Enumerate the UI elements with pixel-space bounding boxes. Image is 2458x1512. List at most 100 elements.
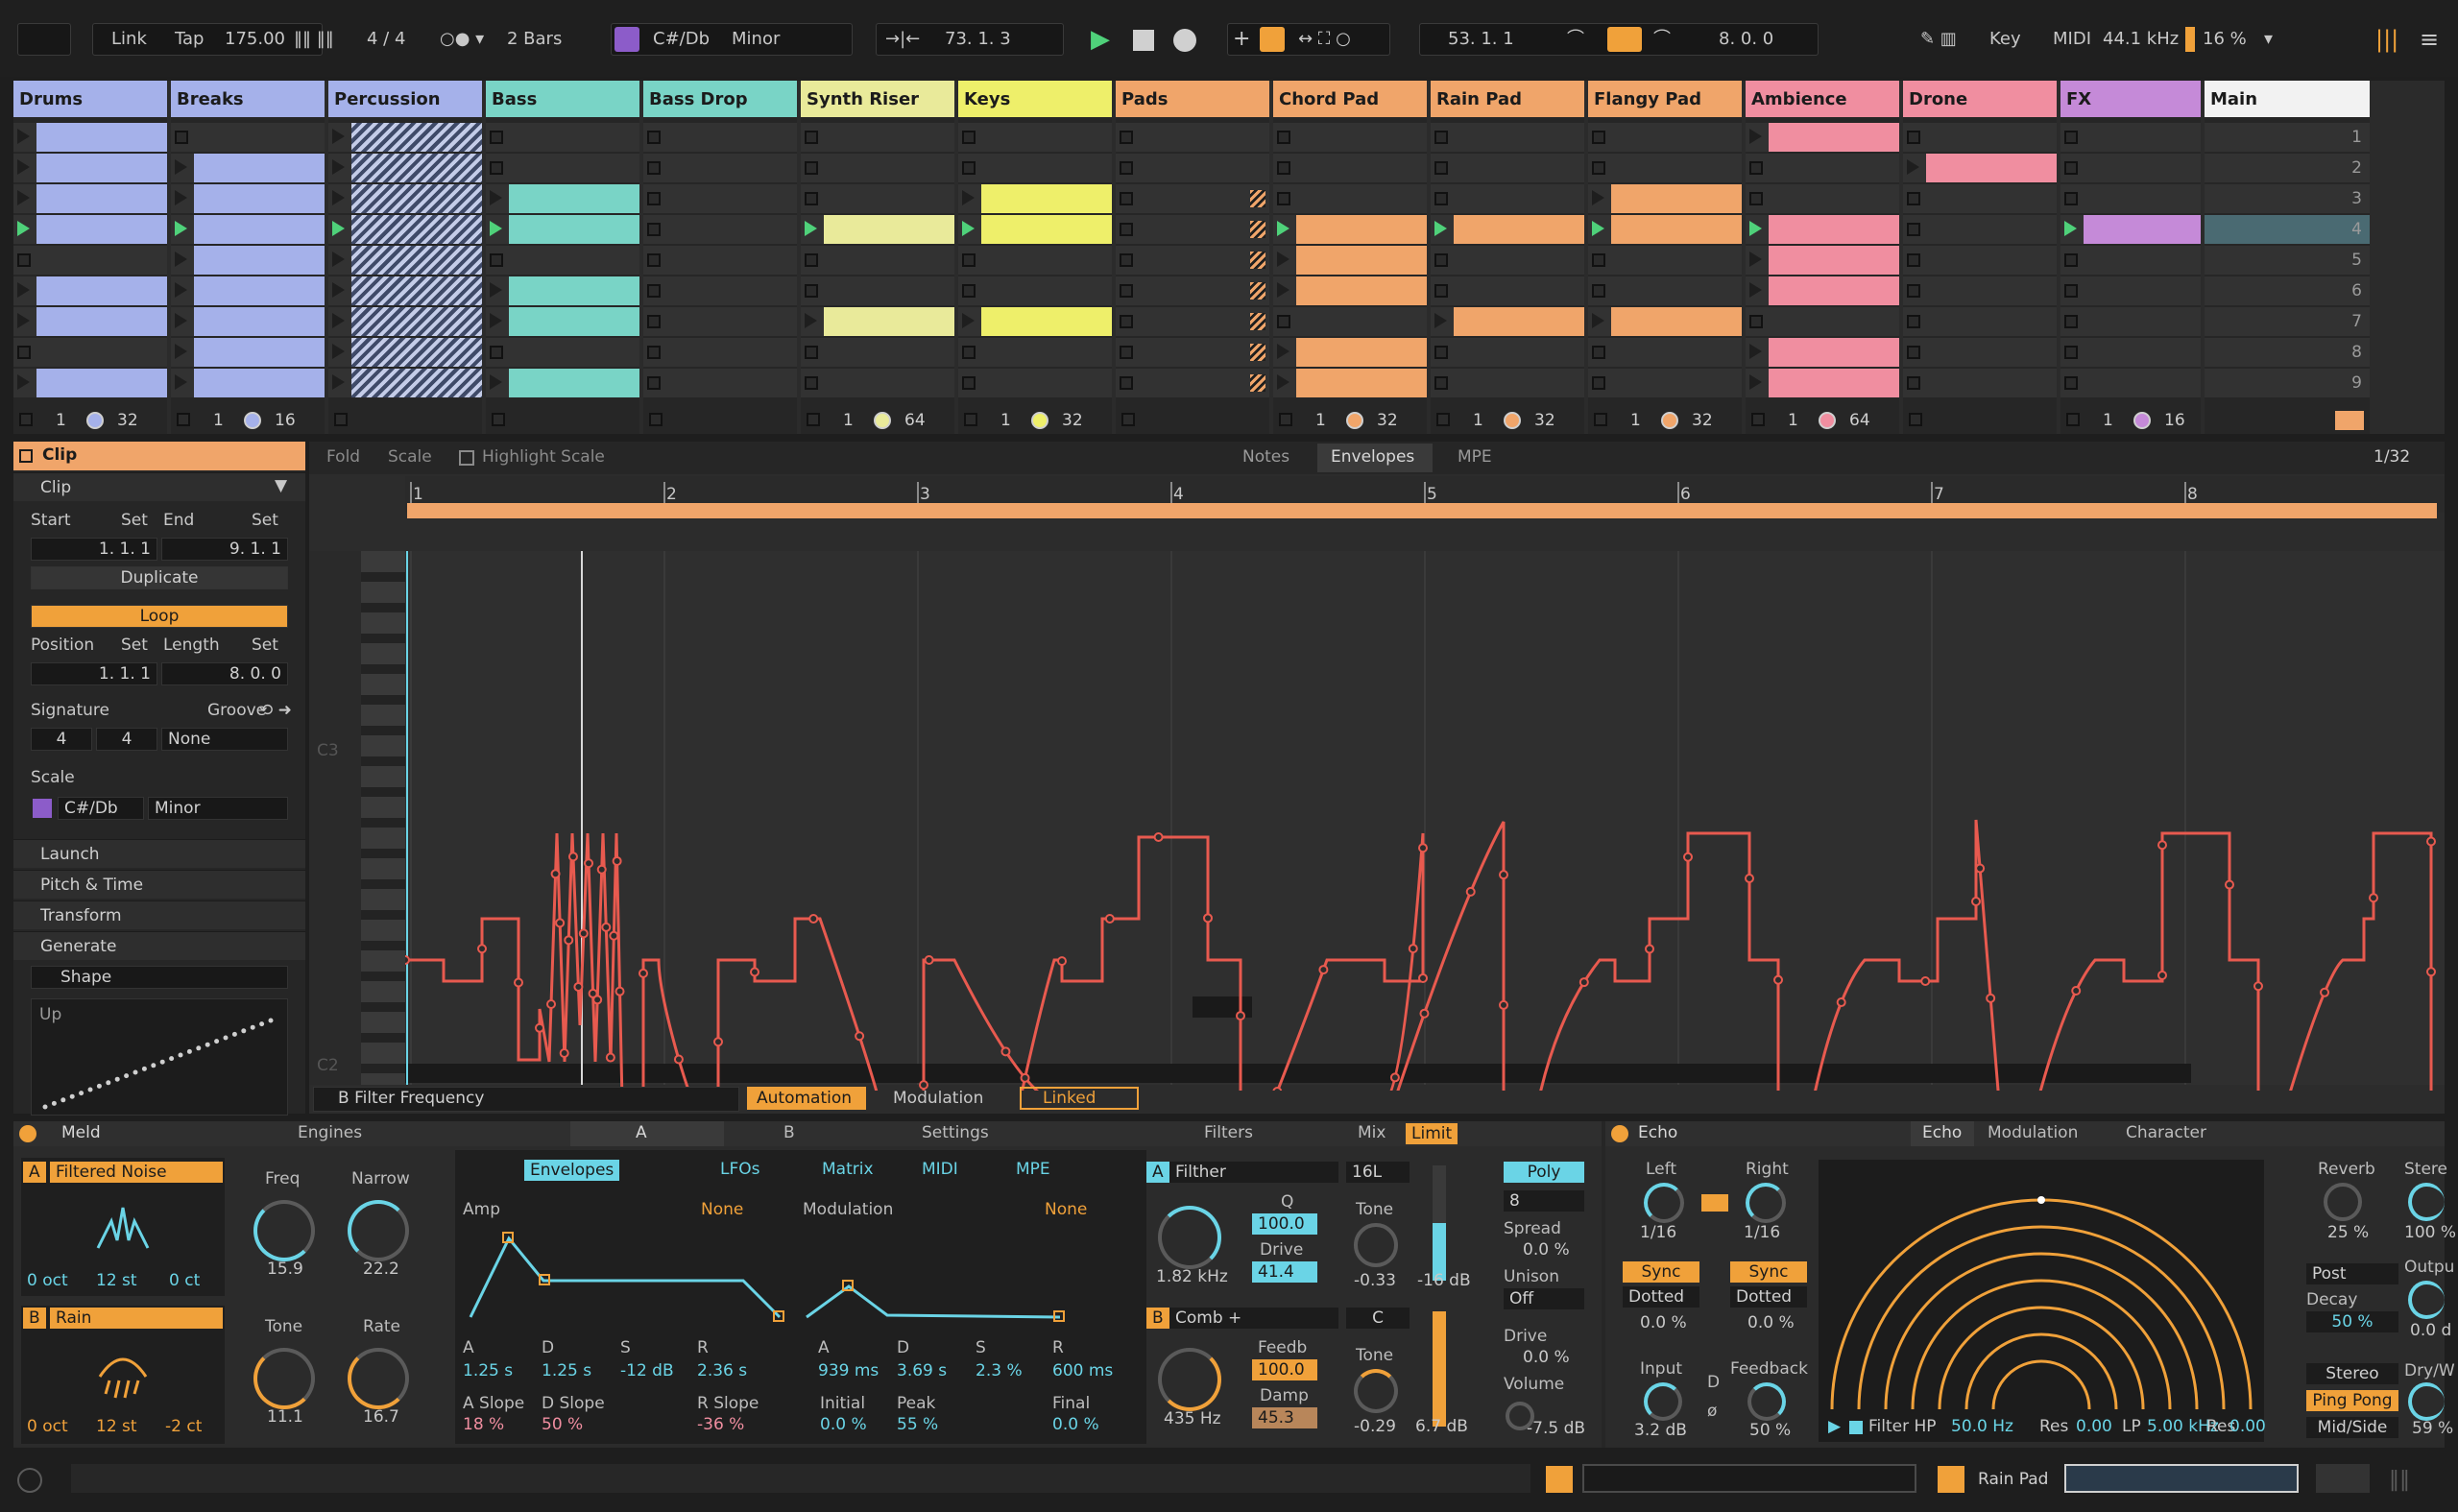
stop-slot-icon[interactable] xyxy=(1120,346,1133,359)
key-select[interactable]: C#/Db xyxy=(653,23,710,56)
empty-slot[interactable] xyxy=(1116,215,1269,244)
engine-b-select[interactable]: Rain xyxy=(50,1308,223,1329)
track-header[interactable]: Breaks xyxy=(171,81,325,117)
monitor-icon[interactable] xyxy=(1346,412,1363,429)
envelope-breakpoint[interactable] xyxy=(573,981,584,992)
tab-envelopes[interactable]: Envelopes xyxy=(1331,447,1414,467)
drive-value[interactable]: 41.4 xyxy=(1252,1261,1317,1283)
empty-slot[interactable] xyxy=(1431,338,1584,367)
empty-slot[interactable] xyxy=(1431,276,1584,305)
clip-launch-icon[interactable] xyxy=(1749,282,1762,298)
stop-slot-icon[interactable] xyxy=(962,161,976,175)
empty-slot[interactable] xyxy=(171,123,325,152)
stop-slot-icon[interactable] xyxy=(647,161,661,175)
clip-slot[interactable] xyxy=(171,215,325,244)
clip-slot[interactable] xyxy=(13,154,167,182)
empty-slot[interactable] xyxy=(958,369,1112,397)
draw-mode-icon[interactable]: ✎ ▥ xyxy=(1920,23,1957,56)
empty-slot[interactable] xyxy=(1116,369,1269,397)
filter-toggle[interactable] xyxy=(1849,1421,1863,1434)
start-set-button[interactable]: Set xyxy=(121,511,148,530)
clip-slot[interactable] xyxy=(13,215,167,244)
empty-slot[interactable] xyxy=(1116,123,1269,152)
empty-slot[interactable] xyxy=(1273,307,1427,336)
monitor-icon[interactable] xyxy=(1504,412,1521,429)
limit-button[interactable]: Limit xyxy=(1406,1123,1458,1144)
clip[interactable] xyxy=(351,338,482,367)
scale-button[interactable]: Scale xyxy=(388,447,432,467)
clip-launch-icon[interactable] xyxy=(1277,374,1289,390)
clip-slot[interactable] xyxy=(1273,338,1427,367)
clip-slot[interactable] xyxy=(328,369,482,397)
left-dotted-select[interactable]: Dotted xyxy=(1623,1286,1699,1308)
groove-hot-swap-icon[interactable]: ⟲ ➜ xyxy=(259,701,292,720)
link-button[interactable]: Link xyxy=(111,23,147,56)
stereo-knob[interactable] xyxy=(2408,1183,2445,1221)
clip[interactable] xyxy=(1769,338,1899,367)
envelope-breakpoint[interactable] xyxy=(514,977,523,988)
clip[interactable] xyxy=(194,215,325,244)
clip-launch-icon[interactable] xyxy=(332,252,345,267)
empty-slot[interactable] xyxy=(2060,276,2201,305)
envelope-breakpoint[interactable] xyxy=(1465,886,1476,897)
metronome-icon[interactable]: ‖‖ ‖‖ xyxy=(294,23,334,56)
res1-value[interactable]: 0.00 xyxy=(2076,1417,2112,1436)
empty-slot[interactable] xyxy=(1903,215,2057,244)
grid-select[interactable]: 1/32 xyxy=(2374,447,2410,467)
clip-launch-icon[interactable] xyxy=(332,190,345,205)
monitor-icon[interactable] xyxy=(2133,412,2151,429)
clip[interactable] xyxy=(36,123,167,152)
echo-tab-modulation[interactable]: Modulation xyxy=(1988,1123,2078,1142)
envelope-breakpoint[interactable] xyxy=(612,855,622,866)
stop-slot-icon[interactable] xyxy=(1749,315,1763,328)
stop-slot-icon[interactable] xyxy=(1907,346,1920,359)
envelope-breakpoint[interactable] xyxy=(2071,985,2082,996)
stop-slot-icon[interactable] xyxy=(1120,223,1133,236)
envelope-breakpoint[interactable] xyxy=(1272,1086,1283,1091)
envelope-breakpoint[interactable] xyxy=(673,1054,684,1065)
envelope-breakpoint[interactable] xyxy=(1683,852,1693,862)
right-offset[interactable]: 0.0 % xyxy=(1747,1313,1795,1332)
stop-slot-icon[interactable] xyxy=(1434,284,1448,298)
envelope-breakpoint[interactable] xyxy=(1418,972,1428,983)
scene-slot[interactable]: 8 xyxy=(2205,338,2370,367)
scale-icon[interactable] xyxy=(614,27,639,52)
scene-slot[interactable]: 1 xyxy=(2205,123,2370,152)
stop-slot-icon[interactable] xyxy=(962,131,976,144)
stop-slot-icon[interactable] xyxy=(805,253,818,267)
monitor-icon[interactable] xyxy=(244,412,261,429)
empty-slot[interactable] xyxy=(1588,338,1742,367)
amp-attack[interactable]: 1.25 s xyxy=(463,1361,513,1380)
clip-slot[interactable] xyxy=(13,307,167,336)
stop-slot-icon[interactable] xyxy=(1434,161,1448,175)
param-select[interactable]: B Filter Frequency xyxy=(338,1089,484,1108)
envelope-breakpoint[interactable] xyxy=(1419,1008,1430,1019)
empty-slot[interactable] xyxy=(643,184,797,213)
empty-slot[interactable] xyxy=(2060,184,2201,213)
stop-slot-icon[interactable] xyxy=(1907,253,1920,267)
stop-slot-icon[interactable] xyxy=(647,284,661,298)
track-header[interactable]: Drone xyxy=(1903,81,2057,117)
spread-value[interactable]: 0.0 % xyxy=(1523,1240,1570,1260)
envelope-breakpoint[interactable] xyxy=(614,986,625,996)
stop-slot-icon[interactable] xyxy=(2064,315,2078,328)
stop-button[interactable] xyxy=(1121,413,1135,426)
stop-slot-icon[interactable] xyxy=(1120,161,1133,175)
clip-launch-icon[interactable] xyxy=(332,159,345,175)
add-icon[interactable]: + xyxy=(1233,23,1250,56)
clip-launch-icon[interactable] xyxy=(805,221,817,236)
clip-slot[interactable] xyxy=(801,215,954,244)
length-field[interactable]: 8. 0. 0 xyxy=(161,662,288,685)
clip[interactable] xyxy=(1926,154,2057,182)
clip-launch-icon[interactable] xyxy=(490,374,502,390)
clip-launch-icon[interactable] xyxy=(1592,313,1604,328)
stop-slot-icon[interactable] xyxy=(962,284,976,298)
clip-slot[interactable] xyxy=(328,215,482,244)
start-field[interactable]: 1. 1. 1 xyxy=(31,538,157,561)
envelope-breakpoint[interactable] xyxy=(592,995,603,1005)
empty-slot[interactable] xyxy=(801,123,954,152)
clip[interactable] xyxy=(981,184,1112,213)
unison-select[interactable]: Off xyxy=(1504,1288,1584,1309)
session-view-icon[interactable]: ||| xyxy=(2375,23,2398,56)
empty-slot[interactable] xyxy=(1116,184,1269,213)
